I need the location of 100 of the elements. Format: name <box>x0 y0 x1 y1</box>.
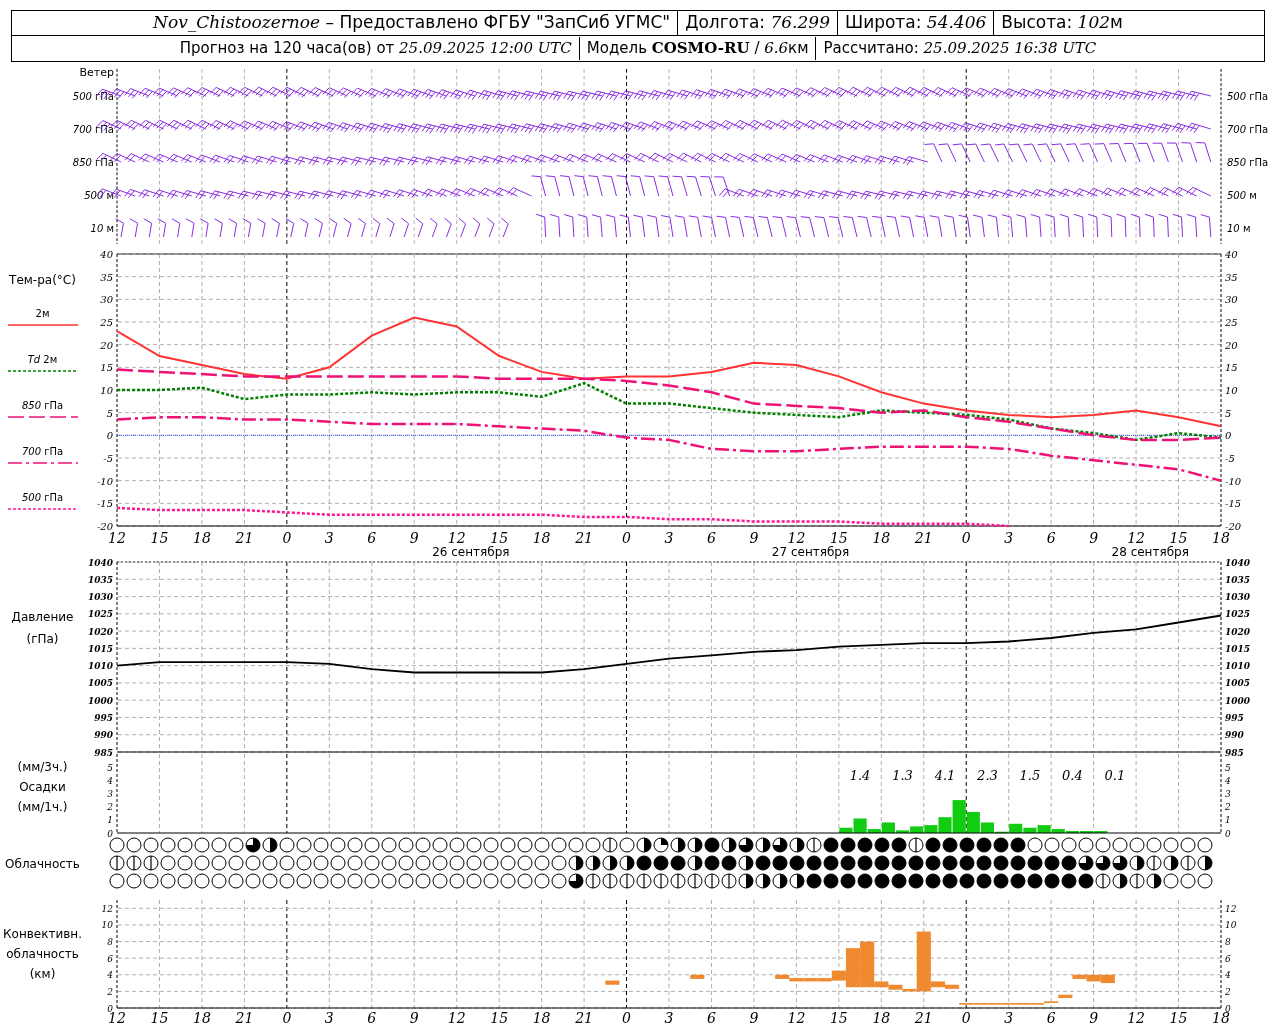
y-tick-label: 5 <box>106 407 113 419</box>
y-tick-label: 15 <box>1225 362 1238 374</box>
convective-axis-label: (км) <box>29 968 56 980</box>
x-tick-label: 3 <box>324 1010 334 1024</box>
x-tick-label: 9 <box>409 530 419 546</box>
y-tick-label: 4 <box>1225 970 1231 981</box>
x-tick-label: 12 <box>108 530 126 546</box>
y-tick-label: 35 <box>1225 271 1238 283</box>
y-tick-label: 2 <box>1225 986 1231 997</box>
y-tick-label: 1040 <box>87 557 113 568</box>
y-tick-label: 1015 <box>1225 643 1251 654</box>
y-tick-label: 8 <box>107 937 113 948</box>
x-tick-label: 6 <box>1046 1010 1056 1024</box>
x-tick-label: 0 <box>622 1010 631 1024</box>
y-tick-label: 985 <box>94 747 113 758</box>
y-tick-label: 1000 <box>87 695 113 706</box>
x-tick-label: 9 <box>749 1010 759 1024</box>
y-tick-label: 3 <box>107 789 113 799</box>
legend-label: 500 гПа <box>21 491 64 505</box>
y-tick-label: 1005 <box>87 678 113 689</box>
y-tick-label: 1020 <box>87 626 113 637</box>
x-tick-label: 0 <box>282 530 292 546</box>
x-tick-label: 12 <box>447 1010 466 1024</box>
wind-level-label: 500 гПа <box>1227 90 1269 104</box>
x-tick-label: 3 <box>324 530 334 546</box>
y-tick-label: 985 <box>1225 747 1244 758</box>
wind-level-label: 850 гПа <box>1227 156 1269 170</box>
y-tick-label: 6 <box>107 953 113 964</box>
y-tick-label: 1 <box>1225 815 1231 826</box>
y-tick-label: 12 <box>1225 903 1237 914</box>
x-tick-label: 12 <box>787 530 806 546</box>
x-tick-label: 15 <box>150 1010 169 1024</box>
y-tick-label: 0 <box>1225 430 1232 442</box>
x-tick-label: 15 <box>490 1010 509 1024</box>
wind-level-label: 500 гПа <box>72 90 114 104</box>
date-label: 27 сентября <box>771 545 850 559</box>
y-tick-label: 4 <box>107 775 113 786</box>
x-tick-label: 3 <box>664 1010 674 1024</box>
precipitation-total: 1.4 <box>849 768 871 783</box>
header-text: Долгота: 76.299 <box>677 10 837 36</box>
header-text: Прогноз на 120 часа(ов) от 25.09.2025 12:00 UTC <box>178 38 573 60</box>
y-tick-label: 1030 <box>1225 592 1251 603</box>
legend-label: 850 гПа <box>21 399 64 413</box>
x-tick-label: 18 <box>532 1010 551 1024</box>
x-tick-label: 0 <box>961 1010 971 1024</box>
y-tick-label: -10 <box>1225 475 1242 487</box>
precipitation-total: 1.5 <box>1019 768 1041 783</box>
y-tick-label: 2 <box>107 802 113 813</box>
x-tick-label: 0 <box>622 530 631 546</box>
x-tick-label: 15 <box>490 530 509 546</box>
x-tick-label: 18 <box>532 530 551 546</box>
y-tick-label: 1015 <box>87 643 113 654</box>
y-tick-label: 1010 <box>1225 661 1251 672</box>
x-tick-label: 9 <box>749 530 759 546</box>
x-tick-label: 15 <box>1169 1010 1188 1024</box>
x-tick-label: 15 <box>829 530 848 546</box>
x-tick-label: 6 <box>367 1010 377 1024</box>
y-tick-label: -20 <box>96 521 113 532</box>
pressure-axis-label: Давление <box>11 611 74 623</box>
y-tick-label: 1010 <box>87 661 113 672</box>
x-tick-label: 15 <box>1169 530 1188 546</box>
header-text: Рассчитано: 25.09.2025 16:38 UTC <box>815 37 1104 60</box>
y-tick-label: 1005 <box>1225 678 1251 689</box>
precipitation-total: 4.1 <box>934 768 956 783</box>
legend-label: 700 гПа <box>21 445 64 459</box>
y-tick-label: 0 <box>107 828 113 839</box>
y-tick-label: 6 <box>1225 953 1231 964</box>
y-tick-label: 995 <box>94 712 113 723</box>
convective-axis-label: Конвективн. <box>3 928 82 940</box>
x-tick-label: 0 <box>282 1010 292 1024</box>
x-tick-label: 0 <box>961 530 971 546</box>
y-tick-label: 25 <box>1225 317 1238 328</box>
y-tick-label: 2 <box>107 986 113 997</box>
x-tick-label: 12 <box>1127 1010 1145 1024</box>
precipitation-axis-label: (мм/1ч.) <box>17 801 68 813</box>
y-tick-label: 40 <box>1225 249 1238 260</box>
legend-label: Td 2м <box>27 353 58 367</box>
x-tick-label: 15 <box>150 530 169 546</box>
x-tick-label: 18 <box>872 1010 891 1024</box>
header-text: Nov_Chistoozernoe – Предоставлено ФГБУ "ЗапСиб УГМС" <box>151 11 672 35</box>
wind-level-label: 850 гПа <box>72 156 114 170</box>
legend-label: 2м <box>35 307 50 321</box>
x-tick-label: 9 <box>1089 1010 1099 1024</box>
y-tick-label: 5 <box>1225 407 1232 419</box>
y-tick-label: 1035 <box>1225 574 1251 585</box>
y-tick-label: 990 <box>1225 730 1244 741</box>
precipitation-total: 0.1 <box>1104 768 1126 783</box>
convective-axis-label: облачность <box>6 948 79 960</box>
wind-level-label: 10 м <box>1227 222 1251 236</box>
y-tick-label: 5 <box>1225 762 1231 773</box>
y-tick-label: 20 <box>100 339 113 351</box>
x-tick-label: 12 <box>1127 530 1145 546</box>
y-tick-label: 30 <box>100 294 113 306</box>
x-tick-label: 6 <box>1046 530 1056 546</box>
x-tick-label: 18 <box>872 530 891 546</box>
wind-level-label: 700 гПа <box>1227 123 1269 137</box>
precipitation-total: 1.3 <box>892 768 913 783</box>
date-label: 26 сентября <box>432 545 510 559</box>
precipitation-total: 2.3 <box>977 768 998 783</box>
x-tick-label: 3 <box>1004 530 1014 546</box>
